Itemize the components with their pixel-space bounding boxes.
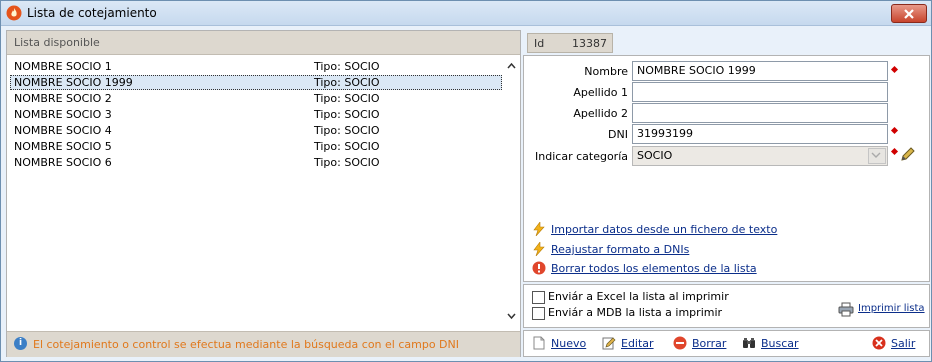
id-label: Id [534,37,545,50]
lightning-icon [533,242,545,256]
exit-label: Salir [891,337,916,350]
list-item-type: Tipo: SOCIO [314,124,380,137]
apellido1-label: Apellido 1 [573,86,628,99]
search-label: Buscar [761,337,799,350]
categoria-value: SOCIO [637,149,673,162]
required-marker [890,126,899,135]
list-item-type: Tipo: SOCIO [314,92,380,105]
print-list-link[interactable]: Imprimir lista [858,303,925,314]
available-list[interactable]: NOMBRE SOCIO 1 Tipo: SOCIO NOMBRE SOCIO … [7,55,504,331]
edit-label: Editar [621,337,654,350]
list-item[interactable]: NOMBRE SOCIO 2 Tipo: SOCIO [10,91,502,106]
list-item-selected[interactable]: NOMBRE SOCIO 1999 Tipo: SOCIO [10,75,502,90]
available-list-panel: Lista disponible NOMBRE SOCIO 1 Tipo: SO… [6,30,521,357]
dni-label: DNI [608,128,628,141]
list-item[interactable]: NOMBRE SOCIO 5 Tipo: SOCIO [10,139,502,154]
binoculars-icon [743,338,755,348]
categoria-label: Indicar categoría [535,150,628,163]
required-marker [890,65,899,74]
window-title: Lista de cotejamiento [27,6,157,20]
list-item-name: NOMBRE SOCIO 1 [14,60,112,73]
nombre-field[interactable]: NOMBRE SOCIO 1999 [632,61,888,81]
exit-icon [872,336,886,350]
categoria-select[interactable]: SOCIO [632,146,888,166]
excel-label: Enviár a Excel la lista al imprimir [548,290,729,303]
new-document-icon [533,336,545,350]
delete-label: Borrar [692,337,727,350]
list-item-name: NOMBRE SOCIO 5 [14,140,112,153]
list-item-type: Tipo: SOCIO [314,76,380,89]
title-bar: Lista de cotejamiento [1,1,931,26]
edit-icon [602,337,616,350]
mdb-checkbox[interactable] [532,307,545,320]
nombre-label: Nombre [584,65,628,78]
nombre-value: NOMBRE SOCIO 1999 [637,64,756,77]
bottom-toolbar: Nuevo Editar Borrar Buscar Salir [523,330,930,357]
list-item[interactable]: NOMBRE SOCIO 3 Tipo: SOCIO [10,107,502,122]
dialog-window: Lista de cotejamiento Lista disponible N… [0,0,932,362]
clear-link[interactable]: Borrar todos los elementos de la lista [551,262,757,275]
import-link[interactable]: Importar datos desde un fichero de texto [551,223,777,236]
available-list-title: Lista disponible [14,36,100,49]
categoria-dropdown-button[interactable] [868,148,886,164]
scroll-down-icon[interactable] [507,313,516,320]
list-item-type: Tipo: SOCIO [314,108,380,121]
lightning-icon [533,222,545,236]
dni-field[interactable]: 31993199 [632,124,888,144]
app-flame-icon [6,5,22,21]
apellido2-label: Apellido 2 [573,107,628,120]
mdb-label: Enviár a MDB la lista a imprimir [548,306,723,319]
list-item-name: NOMBRE SOCIO 2 [14,92,112,105]
warning-icon [532,261,546,275]
info-icon: i [14,337,27,350]
pencil-icon[interactable] [899,145,917,163]
excel-checkbox[interactable] [532,291,545,304]
list-item-name: NOMBRE SOCIO 1999 [14,76,133,89]
id-value: 13387 [572,37,607,50]
options-area: Enviár a Excel la lista al imprimir Envi… [523,284,930,328]
info-text: El cotejamiento o control se efectua med… [33,338,459,351]
close-icon [904,8,914,19]
chevron-down-icon [871,152,881,158]
scroll-up-icon[interactable] [507,62,516,69]
list-item-name: NOMBRE SOCIO 3 [14,108,112,121]
list-item-type: Tipo: SOCIO [314,156,380,169]
new-label: Nuevo [551,337,587,350]
close-button[interactable] [891,4,927,23]
delete-icon [673,336,687,350]
list-item[interactable]: NOMBRE SOCIO 4 Tipo: SOCIO [10,123,502,138]
list-item-type: Tipo: SOCIO [314,140,380,153]
info-bar: i El cotejamiento o control se efectua m… [7,331,520,357]
detail-form: Nombre NOMBRE SOCIO 1999 Apellido 1 Apel… [523,55,930,282]
id-badge: Id 13387 [527,33,613,53]
apellido1-field[interactable] [632,82,888,102]
printer-icon [838,302,854,317]
available-list-header: Lista disponible [7,31,520,55]
apellido2-field[interactable] [632,103,888,123]
list-item-name: NOMBRE SOCIO 4 [14,124,112,137]
reformat-link[interactable]: Reajustar formato a DNIs [551,243,689,256]
dni-value: 31993199 [637,127,693,140]
required-marker [890,147,899,156]
list-item[interactable]: NOMBRE SOCIO 6 Tipo: SOCIO [10,155,502,170]
list-scrollbar[interactable] [504,55,519,329]
list-item[interactable]: NOMBRE SOCIO 1 Tipo: SOCIO [10,59,502,74]
list-item-type: Tipo: SOCIO [314,60,380,73]
detail-panel: Id 13387 Nombre NOMBRE SOCIO 1999 Apelli… [523,30,930,357]
list-item-name: NOMBRE SOCIO 6 [14,156,112,169]
